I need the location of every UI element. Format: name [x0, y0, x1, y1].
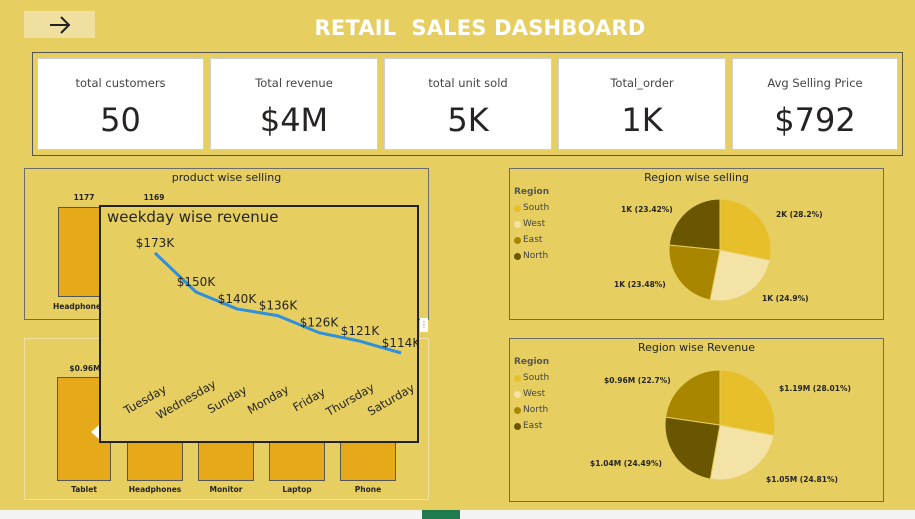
panel-title: product wise selling — [171, 171, 282, 184]
data-label: $150K — [177, 275, 217, 289]
pie-label-west: $1.05M (24.81%) — [766, 475, 838, 484]
bottom-toolbar — [0, 510, 915, 519]
x-tick-label: Friday — [290, 385, 327, 415]
dashboard-canvas: RETAIL SALES DASHBOARD total customers 5… — [0, 0, 915, 510]
weekday-revenue-popup[interactable]: weekday wise revenue $173K Tuesday $150K We… — [99, 205, 419, 443]
bar-phone[interactable] — [340, 439, 396, 481]
kpi-value: 1K — [621, 101, 663, 139]
category-label: Laptop — [282, 485, 312, 494]
pie-slice-south[interactable] — [719, 198, 772, 261]
weekday-revenue-chart: $173KTuesday$150KWednesday$140KSunday$13… — [120, 236, 417, 423]
category-label: Tablet — [71, 485, 97, 494]
pie-slice-east[interactable] — [665, 369, 721, 426]
pie-label-south: $1.19M (28.01%) — [779, 384, 851, 393]
kpi-value: $792 — [774, 101, 856, 139]
popup-pointer — [91, 425, 99, 439]
kpi-label: Total revenue — [255, 76, 333, 90]
bar-value-label: 1169 — [143, 193, 165, 202]
pie-label-north: $1.04M (24.49%) — [590, 459, 662, 468]
pie-slice-west[interactable] — [709, 424, 775, 481]
dashboard-title: RETAIL SALES DASHBOARD — [314, 16, 646, 40]
pie-label-east: 1K (23.48%) — [614, 280, 666, 289]
back-button[interactable] — [24, 11, 95, 38]
region-revenue-panel[interactable]: Region wise Revenue Region South West No… — [509, 338, 884, 502]
data-label: $173K — [136, 236, 176, 250]
pie-slice-north[interactable] — [668, 198, 721, 251]
pie-label-north: 1K (23.42%) — [621, 205, 673, 214]
data-label: $121K — [341, 324, 381, 338]
kpi-card-avg-price[interactable]: Avg Selling Price $792 — [732, 58, 898, 150]
data-label: $114K — [382, 336, 417, 350]
bar-value-label: 1177 — [73, 193, 95, 202]
bar-monitor[interactable] — [198, 439, 254, 481]
kpi-value: 50 — [100, 101, 141, 139]
data-label: $126K — [300, 316, 340, 330]
pie-label-west: 1K (24.9%) — [762, 294, 809, 303]
kpi-label: total customers — [75, 76, 166, 90]
data-label: $136K — [259, 299, 299, 313]
pie-label-south: 2K (28.2%) — [776, 210, 823, 219]
bar-headphones[interactable] — [127, 439, 183, 481]
kpi-label: total unit sold — [428, 76, 508, 90]
kpi-value: $4M — [259, 101, 329, 139]
active-page-indicator[interactable] — [422, 510, 460, 519]
kpi-strip: total customers 50 Total revenue $4M tot… — [32, 52, 903, 156]
kpi-label: Avg Selling Price — [767, 76, 863, 90]
kpi-card-customers[interactable]: total customers 50 — [37, 58, 204, 150]
category-label: Headphones — [128, 485, 182, 494]
kpi-card-orders[interactable]: Total_order 1K — [558, 58, 726, 150]
kpi-card-units[interactable]: total unit sold 5K — [384, 58, 552, 150]
pie-slice-north[interactable] — [664, 416, 721, 480]
pie-slice-south[interactable] — [719, 369, 776, 436]
more-options-icon[interactable]: ⋮ — [420, 318, 428, 332]
category-label: Phone — [354, 485, 382, 494]
x-tick-label: Monday — [245, 382, 291, 417]
bar-laptop[interactable] — [269, 439, 325, 481]
kpi-value: 5K — [447, 101, 489, 139]
pie-label-east: $0.96M (22.7%) — [604, 376, 671, 385]
x-tick-label: Wednesday — [154, 377, 219, 423]
data-label: $140K — [218, 292, 258, 306]
arrow-right-icon — [49, 15, 70, 34]
region-selling-panel[interactable]: Region wise selling Region South West Ea… — [509, 168, 884, 320]
region-selling-pie — [668, 198, 772, 302]
kpi-label: Total_order — [610, 76, 674, 90]
category-label: Monitor — [209, 485, 243, 494]
kpi-card-revenue[interactable]: Total revenue $4M — [210, 58, 378, 150]
